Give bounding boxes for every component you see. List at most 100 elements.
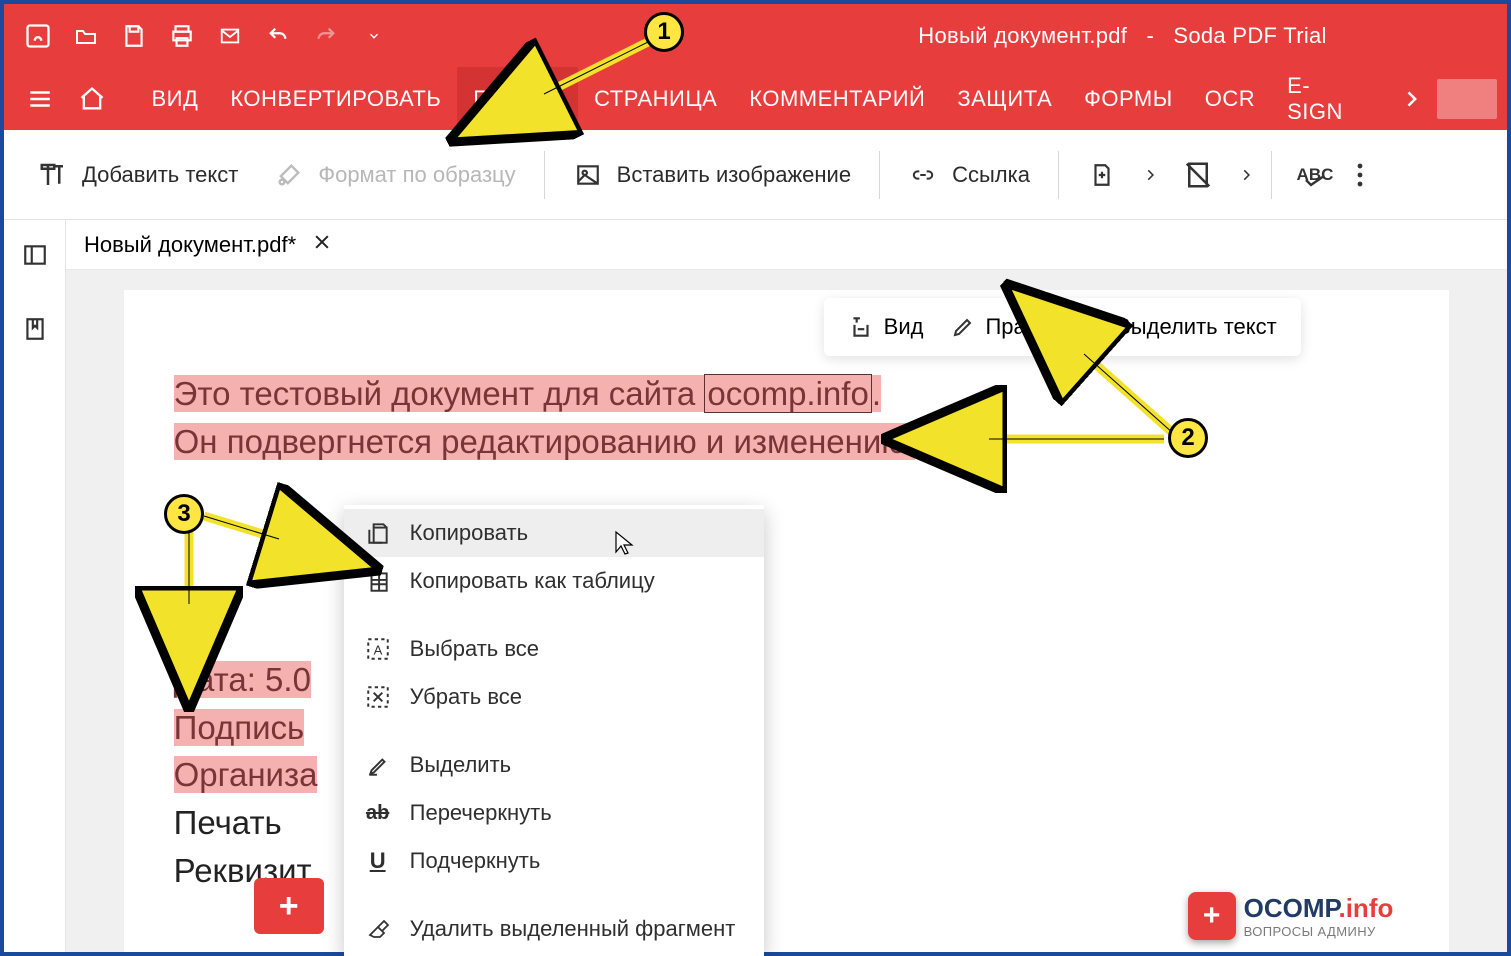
ctx-deselect-all-label: Убрать все — [410, 684, 522, 710]
mini-toolbar: Вид Правка AI Выделить текст — [824, 298, 1301, 356]
copy-icon — [364, 519, 392, 547]
text-line1b: . — [872, 375, 881, 412]
format-painter-button: Формат по образцу — [256, 160, 533, 190]
ctx-highlight[interactable]: Выделить — [344, 741, 764, 789]
ctx-select-all[interactable]: A Выбрать все — [344, 625, 764, 673]
separator — [1271, 151, 1272, 199]
insert-image-label: Вставить изображение — [617, 162, 851, 188]
tab-edit[interactable]: ПРАВКА — [457, 67, 578, 130]
tab-page[interactable]: СТРАНИЦА — [578, 67, 733, 130]
ctx-highlight-label: Выделить — [410, 752, 512, 778]
selected-paragraph[interactable]: Это тестовый документ для сайта ocomp.in… — [174, 370, 1400, 466]
text-sign: Подпись — [174, 709, 305, 746]
watermark-tld: .info — [1338, 893, 1393, 923]
format-painter-icon — [274, 160, 304, 190]
svg-text:A: A — [373, 642, 382, 657]
mini-select-text-label: Выделить текст — [1116, 314, 1277, 340]
tab-forms[interactable]: ФОРМЫ — [1068, 67, 1189, 130]
crop-button[interactable] — [1165, 160, 1231, 190]
document-tabs: Новый документ.pdf* — [66, 220, 1507, 270]
text-link: ocomp.info — [704, 374, 871, 413]
mini-edit-label: Правка — [985, 314, 1059, 340]
link-icon — [908, 160, 938, 190]
add-page-icon — [1087, 160, 1117, 190]
insert-image-button[interactable]: Вставить изображение — [555, 160, 869, 190]
watermark: + OCOMP.info ВОПРОСЫ АДМИНУ — [1188, 892, 1394, 940]
add-text-icon — [38, 160, 68, 190]
toolbar-overflow[interactable] — [1348, 161, 1372, 189]
mini-edit-button[interactable]: Правка — [951, 314, 1059, 340]
panels-icon[interactable] — [18, 238, 52, 272]
hamburger-icon[interactable] — [14, 73, 66, 125]
link-label: Ссылка — [952, 162, 1030, 188]
text-org: Организа — [174, 756, 318, 793]
underline-icon: U — [364, 847, 392, 875]
ctx-underline[interactable]: U Подчеркнуть — [344, 837, 764, 885]
separator — [544, 151, 545, 199]
add-page-button[interactable] — [1069, 160, 1135, 190]
title-more-dropdown[interactable] — [354, 16, 394, 56]
mail-icon[interactable] — [210, 16, 250, 56]
highlight-icon — [364, 751, 392, 779]
open-icon[interactable] — [66, 16, 106, 56]
tab-close-icon[interactable] — [312, 232, 332, 258]
ctx-underline-label: Подчеркнуть — [410, 848, 541, 874]
ctx-delete-fragment[interactable]: Удалить выделенный фрагмент — [344, 905, 764, 953]
ctx-deselect-all[interactable]: Убрать все — [344, 673, 764, 721]
tab-view[interactable]: ВИД — [135, 67, 214, 130]
mini-select-text-button[interactable]: AI Выделить текст — [1088, 314, 1277, 341]
spellcheck-button[interactable]: ABC — [1282, 160, 1348, 190]
crop-icon — [1183, 160, 1213, 190]
add-text-button[interactable]: Добавить текст — [20, 160, 256, 190]
workspace: Новый документ.pdf* Вид Правка — [66, 220, 1507, 952]
tab-comment[interactable]: КОММЕНТАРИЙ — [733, 67, 941, 130]
title-bar: Новый документ.pdf - Soda PDF Trial — [4, 4, 1507, 67]
save-icon[interactable] — [114, 16, 154, 56]
undo-icon[interactable] — [258, 16, 298, 56]
ribbon-search-box[interactable] — [1437, 79, 1497, 119]
mini-view-label: Вид — [884, 314, 924, 340]
text-date: Дата: 5.0 — [174, 661, 311, 698]
ctx-copy-label: Копировать — [410, 520, 528, 546]
ribbon-nav: ВИД КОНВЕРТИРОВАТЬ ПРАВКА СТРАНИЦА КОММЕ… — [4, 67, 1507, 130]
copy-table-icon — [364, 567, 392, 595]
mini-view-button[interactable]: Вид — [848, 313, 924, 341]
text-line1a: Это тестовый документ для сайта — [174, 375, 705, 412]
deselect-all-icon — [364, 683, 392, 711]
redo-icon — [306, 16, 346, 56]
pdf-page[interactable]: Вид Правка AI Выделить текст Это тестовы… — [124, 290, 1450, 952]
watermark-sub: ВОПРОСЫ АДМИНУ — [1244, 924, 1394, 939]
home-icon[interactable] — [66, 73, 118, 125]
print-icon[interactable] — [162, 16, 202, 56]
watermark-brand: OCOMP — [1244, 893, 1339, 923]
crop-more[interactable] — [1231, 164, 1261, 186]
ctx-strike[interactable]: ab Перечеркнуть — [344, 789, 764, 837]
tab-convert[interactable]: КОНВЕРТИРОВАТЬ — [214, 67, 457, 130]
app-badge-icon: + — [254, 878, 324, 934]
cursor-icon — [614, 530, 634, 561]
document-tab[interactable]: Новый документ.pdf* — [66, 220, 350, 269]
tab-protect[interactable]: ЗАЩИТА — [941, 67, 1068, 130]
document-tab-label: Новый документ.pdf* — [84, 232, 296, 258]
add-text-label: Добавить текст — [82, 162, 238, 188]
spellcheck-icon: ABC — [1300, 160, 1330, 190]
page-surface[interactable]: Вид Правка AI Выделить текст Это тестовы… — [66, 270, 1507, 952]
ctx-copy[interactable]: Копировать — [344, 509, 764, 557]
tab-ocr[interactable]: OCR — [1189, 67, 1271, 130]
format-painter-label: Формат по образцу — [318, 162, 515, 188]
document-area: Новый документ.pdf* Вид Правка — [4, 220, 1507, 952]
ctx-copy-table[interactable]: Копировать как таблицу — [344, 557, 764, 605]
watermark-badge-icon: + — [1188, 892, 1236, 940]
add-page-more[interactable] — [1135, 164, 1165, 186]
ctx-strike-label: Перечеркнуть — [410, 800, 552, 826]
bookmarks-icon[interactable] — [18, 312, 52, 346]
ctx-select-all-label: Выбрать все — [410, 636, 539, 662]
edit-toolbar: Добавить текст Формат по образцу Вставит… — [4, 130, 1507, 220]
tab-esign[interactable]: E-SIGN — [1271, 67, 1381, 130]
separator — [1058, 151, 1059, 199]
select-all-icon: A — [364, 635, 392, 663]
tabs-more-icon[interactable] — [1386, 86, 1438, 112]
app-logo-button[interactable] — [18, 16, 58, 56]
link-button[interactable]: Ссылка — [890, 160, 1048, 190]
ctx-copy-table-label: Копировать как таблицу — [410, 568, 655, 594]
